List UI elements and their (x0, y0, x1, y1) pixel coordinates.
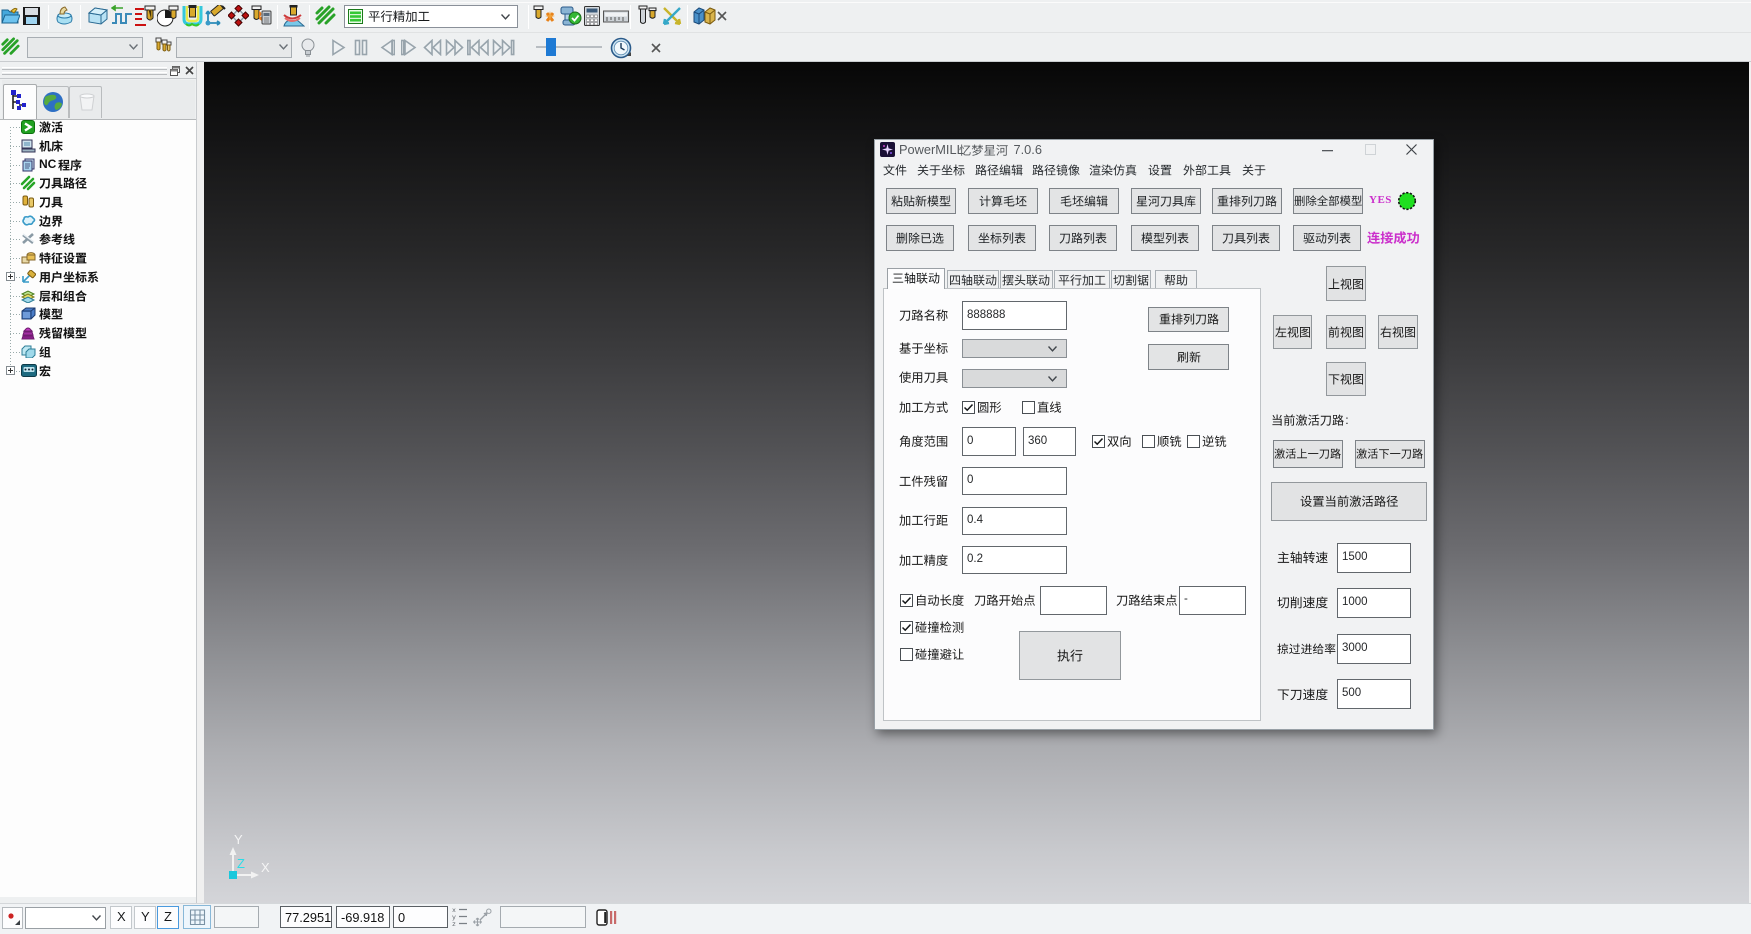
svg-text:Z: Z (237, 856, 245, 871)
svg-text:x: x (452, 907, 456, 914)
svg-text:Y: Y (234, 832, 243, 847)
svg-text:y: y (452, 914, 456, 921)
svg-text:X: X (261, 860, 270, 875)
svg-text:z: z (452, 921, 456, 927)
